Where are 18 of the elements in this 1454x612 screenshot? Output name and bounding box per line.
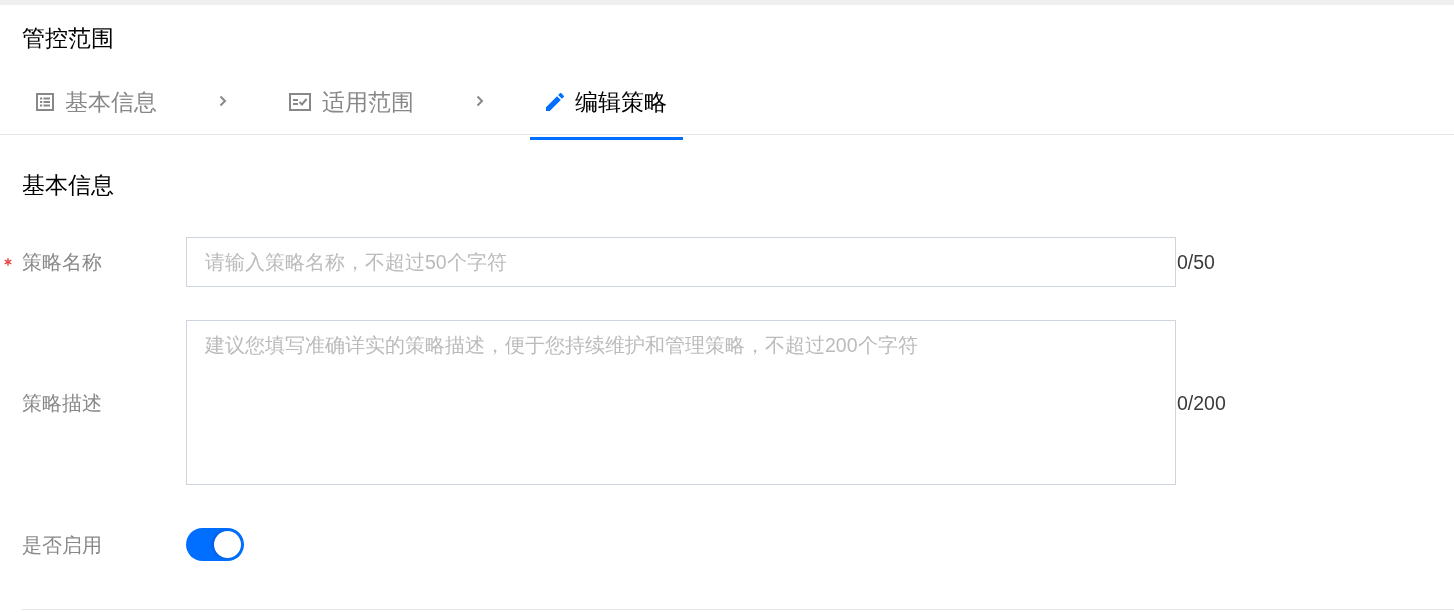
pencil-icon [546, 93, 564, 111]
step-tab[interactable]: 基本信息 [20, 67, 173, 140]
name-input[interactable]: 请输入策略名称，不超过50个字符 [186, 237, 1176, 287]
chevron-right-icon [219, 94, 227, 107]
field-label: 策略描述 [22, 390, 102, 416]
char-counter: 0/200 [1177, 390, 1226, 416]
page-title: 管控范围 [22, 25, 114, 53]
chevron-right-icon [476, 94, 484, 107]
checklist-icon [289, 93, 311, 111]
enable-toggle[interactable] [186, 528, 244, 561]
step-tab[interactable]: 编辑策略 [530, 67, 683, 140]
char-counter: 0/50 [1177, 250, 1215, 275]
description-textarea[interactable]: 建议您填写准确详实的策略描述，便于您持续维护和管理策略，不超过200个字符 [186, 320, 1176, 485]
list-icon [36, 93, 54, 111]
section-title: 基本信息 [22, 172, 114, 200]
step-tab[interactable]: 适用范围 [273, 67, 430, 140]
field-label: 是否启用 [22, 532, 102, 558]
field-label: 策略名称 [22, 250, 102, 275]
